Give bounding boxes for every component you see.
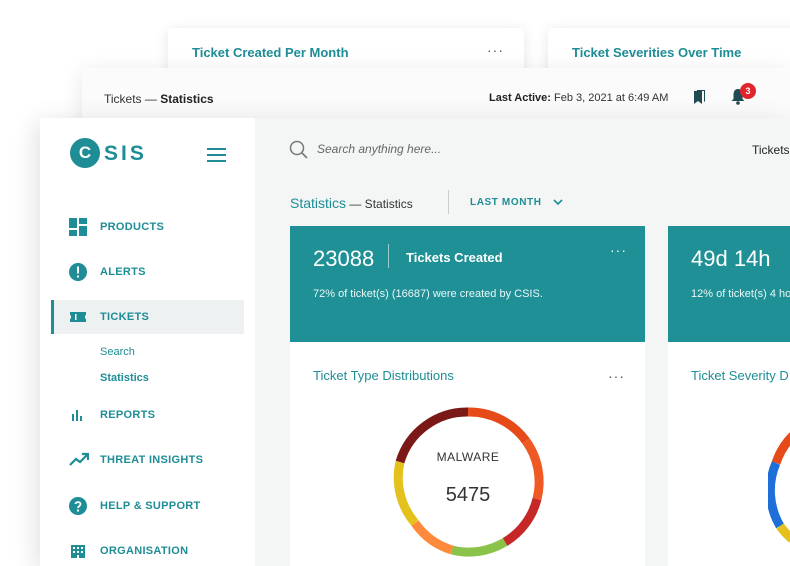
- sidebar-item-label: PRODUCTS: [100, 221, 165, 233]
- tickets-created-count: 23088: [313, 246, 375, 271]
- card-title: Ticket Created Per Month: [192, 45, 349, 60]
- sidebar-item-reports[interactable]: REPORTS: [51, 398, 244, 432]
- card-header: 23088 Tickets Created 72% of ticket(s) (…: [290, 226, 645, 342]
- logo-text: SIS: [104, 142, 147, 165]
- donut-center-label: MALWARE: [436, 450, 500, 464]
- sidebar-subitem-statistics[interactable]: Statistics: [100, 372, 149, 384]
- sidebar-item-help-support[interactable]: HELP & SUPPORT: [51, 489, 244, 523]
- help-icon: [69, 497, 87, 515]
- card-menu-icon[interactable]: ···: [610, 242, 627, 258]
- page-title-main: Statistics: [290, 195, 347, 211]
- sidebar: C SIS PRODUCTS ALERTS TICKETS Search Sta…: [40, 118, 255, 566]
- sidebar-subitem-search[interactable]: Search: [100, 346, 135, 358]
- donut-center-value: 5475: [445, 484, 491, 506]
- chevron-down-icon: [553, 199, 563, 206]
- breadcrumb-page: Statistics: [160, 92, 214, 106]
- page-subtitle: — Statistics: [346, 197, 413, 211]
- bookmarks-icon[interactable]: [693, 89, 707, 105]
- ticket-icon: [70, 312, 86, 322]
- sidebar-item-tickets[interactable]: TICKETS: [51, 300, 244, 334]
- sidebar-item-label: THREAT INSIGHTS: [100, 454, 204, 466]
- hamburger-menu-icon[interactable]: [207, 148, 226, 166]
- sidebar-item-label: ALERTS: [100, 266, 146, 278]
- page-title: Statistics — Statistics: [290, 195, 413, 211]
- last-active-value: Feb 3, 2021 at 6:49 AM: [550, 92, 669, 104]
- sidebar-item-alerts[interactable]: ALERTS: [51, 255, 244, 289]
- chart-menu-icon[interactable]: ···: [608, 368, 625, 384]
- breadcrumb-section[interactable]: Tickets: [104, 92, 142, 106]
- resolution-time-card: 49d 14h 12% of ticket(s) 4 hours. Ticket…: [668, 226, 790, 566]
- sidebar-item-label: TICKETS: [100, 311, 150, 323]
- sidebar-item-label: HELP & SUPPORT: [100, 500, 201, 512]
- resolution-time-value: 49d 14h: [691, 246, 771, 271]
- sidebar-item-label: REPORTS: [100, 409, 156, 421]
- search-input[interactable]: [317, 142, 577, 156]
- card-title: Ticket Severities Over Time: [572, 45, 742, 60]
- metric-note: 72% of ticket(s) (16687) were created by…: [313, 288, 543, 300]
- card-header: 49d 14h 12% of ticket(s) 4 hours.: [668, 226, 790, 342]
- chart-title: Ticket Type Distributions: [313, 368, 454, 383]
- last-active: Last Active: Feb 3, 2021 at 6:49 AM: [489, 92, 668, 104]
- card-menu-icon[interactable]: ···: [487, 42, 504, 58]
- tickets-created-card: 23088 Tickets Created 72% of ticket(s) (…: [290, 226, 645, 566]
- building-icon: [71, 545, 85, 558]
- period-label: LAST MONTH: [470, 197, 542, 208]
- header-tickets-link[interactable]: Tickets: [752, 143, 790, 157]
- ticket-severity-donut-chart[interactable]: [768, 404, 790, 560]
- title-divider: [448, 190, 449, 214]
- alert-icon: [69, 263, 87, 281]
- grid-icon: [69, 218, 87, 236]
- sidebar-item-label: ORGANISATION: [100, 545, 189, 557]
- breadcrumb-separator: —: [141, 92, 161, 106]
- breadcrumb: Tickets — Statistics: [104, 92, 214, 106]
- sidebar-item-products[interactable]: PRODUCTS: [51, 210, 244, 244]
- top-bar: Tickets — Statistics Last Active: Feb 3,…: [82, 68, 790, 120]
- sidebar-item-threat-insights[interactable]: THREAT INSIGHTS: [51, 443, 244, 477]
- metric-note: 12% of ticket(s) 4 hours.: [691, 288, 790, 300]
- trend-icon: [69, 452, 89, 466]
- logo-mark: C: [70, 138, 100, 168]
- bar-chart-icon: [72, 410, 82, 421]
- chart-title: Ticket Severity D: [691, 368, 789, 383]
- ticket-type-donut-chart[interactable]: [390, 404, 546, 560]
- divider: [388, 244, 389, 268]
- search-icon[interactable]: [289, 140, 309, 160]
- sidebar-item-organisation[interactable]: ORGANISATION: [51, 534, 244, 566]
- period-dropdown[interactable]: LAST MONTH: [470, 197, 563, 208]
- metric-label: Tickets Created: [406, 250, 503, 265]
- app-window: C SIS PRODUCTS ALERTS TICKETS Search Sta…: [40, 118, 790, 566]
- main-content: Tickets Statistics — Statistics LAST MON…: [255, 118, 790, 566]
- last-active-label: Last Active:: [489, 92, 551, 104]
- notification-badge: 3: [740, 83, 756, 99]
